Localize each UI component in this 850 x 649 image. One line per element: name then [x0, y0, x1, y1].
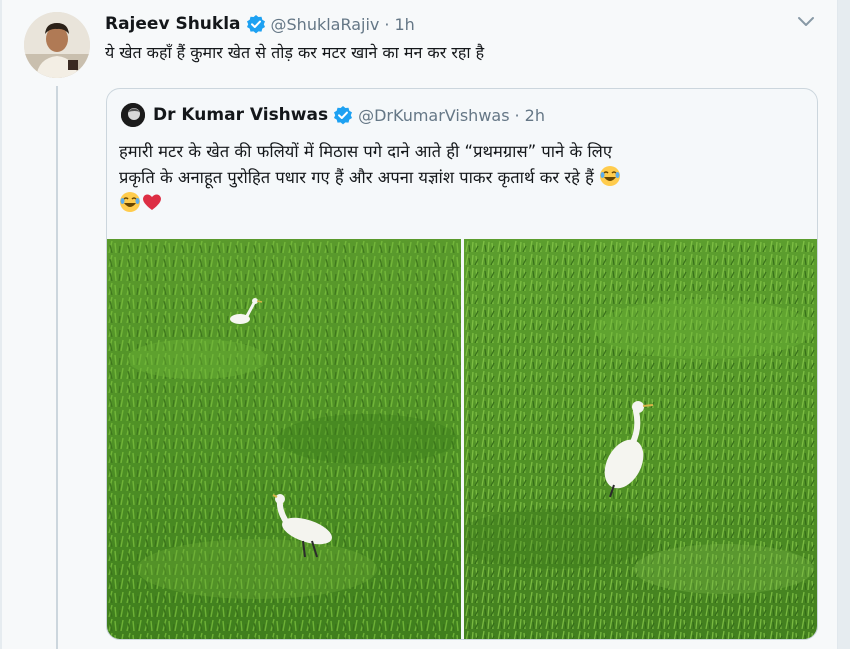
tweet-text: ये खेत कहाँ हैं कुमार खेत से तोड़ कर मटर… — [105, 43, 485, 62]
quoted-media-grid[interactable] — [107, 239, 817, 639]
tweet-time[interactable]: 1h — [395, 15, 415, 34]
tweet-card[interactable]: Rajeev Shukla @ShuklaRajiv · 1h ये खेत क… — [2, 0, 838, 649]
thread-line — [56, 86, 58, 649]
quoted-text-line-2: प्रकृति के अनाहूत पुरोहित पधार गए हैं और… — [119, 168, 594, 187]
tweet-header: Rajeev Shukla @ShuklaRajiv · 1h — [105, 12, 415, 36]
author-name[interactable]: Rajeev Shukla — [105, 14, 241, 34]
quoted-tweet-text: हमारी मटर के खेत की फलियों में मिठास पगे… — [119, 139, 809, 217]
quoted-tweet-time[interactable]: 2h — [525, 106, 545, 125]
separator-dot: · — [384, 14, 390, 34]
separator-dot: · — [514, 105, 520, 125]
chevron-down-icon[interactable] — [797, 14, 815, 28]
egrets-photo-left[interactable] — [107, 239, 461, 639]
laughing-tears-emoji — [599, 165, 621, 187]
verified-badge-icon — [246, 14, 266, 34]
verified-badge-icon — [333, 105, 353, 125]
red-heart-emoji — [141, 191, 163, 213]
quoted-text-line-1: हमारी मटर के खेत की फलियों में मिठास पगे… — [119, 142, 612, 161]
quoted-author-avatar[interactable] — [121, 103, 145, 127]
author-avatar[interactable] — [24, 12, 90, 78]
egret-photo-right[interactable] — [464, 239, 817, 639]
author-handle[interactable]: @ShuklaRajiv — [271, 15, 380, 34]
laughing-tears-emoji — [119, 191, 141, 213]
quoted-author-name[interactable]: Dr Kumar Vishwas — [153, 105, 328, 125]
quoted-author-handle[interactable]: @DrKumarVishwas — [358, 106, 509, 125]
quoted-tweet[interactable]: Dr Kumar Vishwas @DrKumarVishwas · 2h हम… — [106, 88, 818, 640]
quoted-header: Dr Kumar Vishwas @DrKumarVishwas · 2h — [121, 103, 545, 127]
